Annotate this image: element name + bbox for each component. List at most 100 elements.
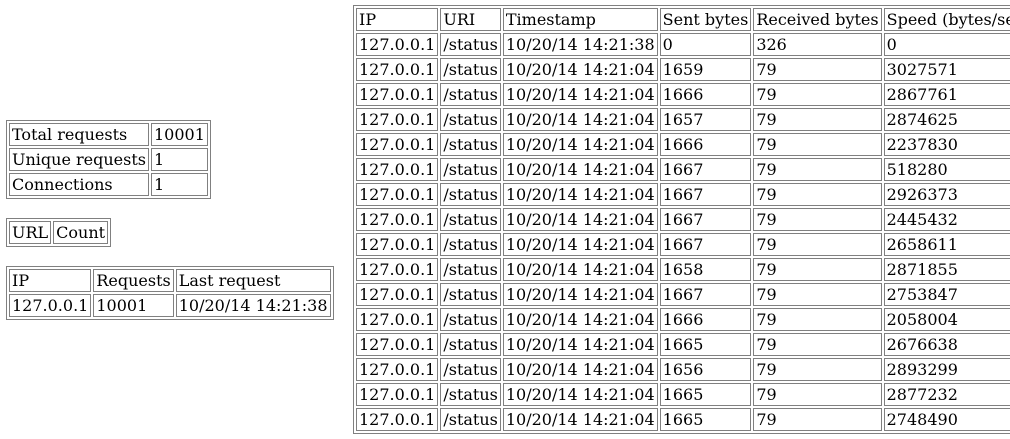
uri-column-header: URI [440, 8, 501, 31]
request-row: 127.0.0.1/status 10/20/14 14:21:04 1657 79 2… [356, 108, 1010, 131]
received-bytes-cell: 79 [753, 133, 882, 156]
speed-cell: 0 [883, 33, 1010, 56]
speed-cell: 2445432 [883, 208, 1010, 231]
request-row: 127.0.0.1/status 10/20/14 14:21:04 1667 79 2… [356, 233, 1010, 256]
summary-row-total-requests: Total requests 10001 [9, 123, 208, 146]
ip-table-row: 127.0.0.1 10001 10/20/14 14:21:38 [9, 294, 331, 317]
timestamp-cell: 10/20/14 14:21:04 [502, 133, 658, 156]
sent-bytes-cell: 1667 [659, 233, 752, 256]
summary-label: Connections [9, 173, 149, 196]
summary-value: 10001 [151, 123, 208, 146]
speed-column-header: Speed (bytes/sec) [883, 8, 1010, 31]
timestamp-cell: 10/20/14 14:21:04 [502, 108, 658, 131]
request-row: 127.0.0.1/status 10/20/14 14:21:04 1666 79 2… [356, 133, 1010, 156]
speed-cell: 2893299 [883, 358, 1010, 381]
request-row: 127.0.0.1/status 10/20/14 14:21:04 1667 79 2… [356, 208, 1010, 231]
uri-cell: /status [440, 358, 501, 381]
requests-table-header-row: IP URI Timestamp Sent bytes Received byt… [356, 8, 1010, 31]
uri-cell: /status [440, 258, 501, 281]
url-table-header-row: URL Count [9, 221, 109, 244]
request-row: 127.0.0.1/status 10/20/14 14:21:04 1665 79 2… [356, 383, 1010, 406]
sent-bytes-cell: 1667 [659, 283, 752, 306]
summary-label: Total requests [9, 123, 149, 146]
received-bytes-cell: 326 [753, 33, 882, 56]
ip-cell: 127.0.0.1 [356, 233, 439, 256]
received-bytes-cell: 79 [753, 108, 882, 131]
speed-cell: 2926373 [883, 183, 1010, 206]
uri-cell: /status [440, 33, 501, 56]
received-bytes-cell: 79 [753, 333, 882, 356]
request-row: 127.0.0.1/status 10/20/14 14:21:04 1667 79 2… [356, 183, 1010, 206]
ip-cell: 127.0.0.1 [356, 183, 439, 206]
received-bytes-cell: 79 [753, 208, 882, 231]
timestamp-cell: 10/20/14 14:21:04 [502, 83, 658, 106]
sent-bytes-cell: 1665 [659, 408, 752, 431]
received-bytes-cell: 79 [753, 308, 882, 331]
received-bytes-cell: 79 [753, 233, 882, 256]
uri-cell: /status [440, 83, 501, 106]
request-row: 127.0.0.1/status 10/20/14 14:21:04 1666 79 2… [356, 308, 1010, 331]
received-bytes-cell: 79 [753, 58, 882, 81]
received-bytes-cell: 79 [753, 83, 882, 106]
timestamp-cell: 10/20/14 14:21:04 [502, 208, 658, 231]
ip-cell: 127.0.0.1 [356, 33, 439, 56]
speed-cell: 2877232 [883, 383, 1010, 406]
timestamp-cell: 10/20/14 14:21:04 [502, 308, 658, 331]
sent-bytes-cell: 0 [659, 33, 752, 56]
sent-bytes-cell: 1656 [659, 358, 752, 381]
ip-cell: 127.0.0.1 [356, 383, 439, 406]
ip-cell: 127.0.0.1 [9, 294, 92, 317]
sent-bytes-cell: 1666 [659, 308, 752, 331]
speed-cell: 2748490 [883, 408, 1010, 431]
timestamp-cell: 10/20/14 14:21:38 [502, 33, 658, 56]
received-bytes-cell: 79 [753, 258, 882, 281]
timestamp-cell: 10/20/14 14:21:04 [502, 233, 658, 256]
ip-cell: 127.0.0.1 [356, 133, 439, 156]
timestamp-cell: 10/20/14 14:21:04 [502, 58, 658, 81]
speed-cell: 2058004 [883, 308, 1010, 331]
ip-cell: 127.0.0.1 [356, 108, 439, 131]
uri-cell: /status [440, 208, 501, 231]
requests-table-body: 127.0.0.1/status 10/20/14 14:21:38 0 326 0 12… [356, 33, 1010, 431]
timestamp-cell: 10/20/14 14:21:04 [502, 358, 658, 381]
speed-cell: 2676638 [883, 333, 1010, 356]
request-row: 127.0.0.1/status 10/20/14 14:21:04 1665 79 2… [356, 408, 1010, 431]
sent-bytes-cell: 1665 [659, 333, 752, 356]
speed-cell: 518280 [883, 158, 1010, 181]
uri-cell: /status [440, 108, 501, 131]
ip-table-header-row: IP Requests Last request [9, 269, 331, 292]
ip-cell: 127.0.0.1 [356, 83, 439, 106]
ip-cell: 127.0.0.1 [356, 333, 439, 356]
uri-cell: /status [440, 158, 501, 181]
ip-cell: 127.0.0.1 [356, 208, 439, 231]
ip-cell: 127.0.0.1 [356, 158, 439, 181]
requests-cell: 10001 [93, 294, 174, 317]
timestamp-cell: 10/20/14 14:21:04 [502, 183, 658, 206]
url-count-table: URL Count [6, 218, 112, 247]
timestamp-cell: 10/20/14 14:21:04 [502, 383, 658, 406]
received-bytes-cell: 79 [753, 183, 882, 206]
sent-bytes-cell: 1657 [659, 108, 752, 131]
sent-bytes-cell: 1659 [659, 58, 752, 81]
uri-cell: /status [440, 408, 501, 431]
summary-value: 1 [151, 173, 208, 196]
speed-cell: 3027571 [883, 58, 1010, 81]
uri-cell: /status [440, 133, 501, 156]
ip-cell: 127.0.0.1 [356, 58, 439, 81]
timestamp-cell: 10/20/14 14:21:04 [502, 333, 658, 356]
speed-cell: 2237830 [883, 133, 1010, 156]
received-bytes-cell: 79 [753, 158, 882, 181]
summary-row-connections: Connections 1 [9, 173, 208, 196]
speed-cell: 2874625 [883, 108, 1010, 131]
summary-value: 1 [151, 148, 208, 171]
ip-table: IP Requests Last request 127.0.0.1 10001… [6, 266, 334, 320]
url-column-header: URL [9, 221, 52, 244]
ip-column-header: IP [9, 269, 92, 292]
count-column-header: Count [53, 221, 109, 244]
uri-cell: /status [440, 308, 501, 331]
requests-log-table: IP URI Timestamp Sent bytes Received byt… [353, 5, 1010, 434]
uri-cell: /status [440, 233, 501, 256]
speed-cell: 2871855 [883, 258, 1010, 281]
sent-bytes-column-header: Sent bytes [659, 8, 752, 31]
sent-bytes-cell: 1658 [659, 258, 752, 281]
